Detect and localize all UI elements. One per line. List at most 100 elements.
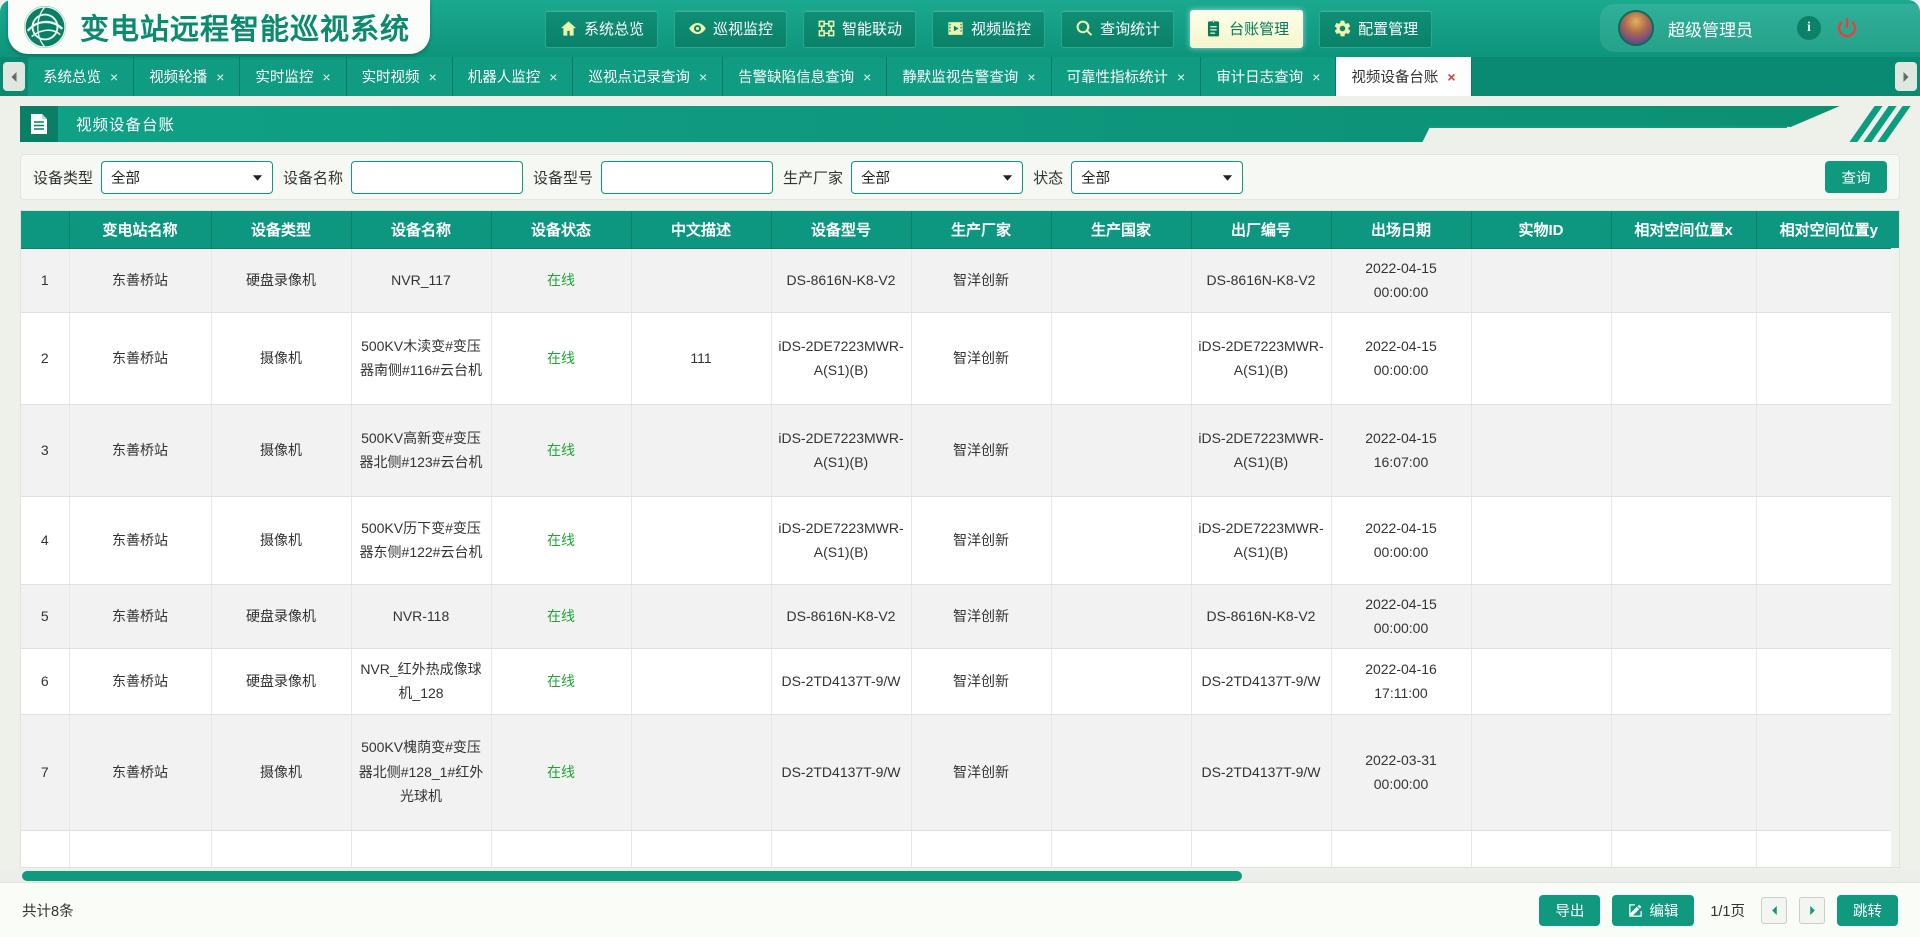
cell-maker: 智洋创新 — [911, 648, 1051, 714]
cell-name: 500KV高新变#变压器北侧#123#云台机 — [351, 404, 491, 496]
device-name-input[interactable] — [351, 161, 523, 194]
export-button[interactable]: 导出 — [1539, 895, 1600, 926]
jump-button[interactable]: 跳转 — [1837, 895, 1898, 926]
main-nav: 系统总览 巡视监控 智能联动 视频监控 查询统计 台账管理 — [545, 10, 1432, 48]
cell-name: 500KV木渎变#变压器南侧#116#云台机 — [351, 312, 491, 404]
tab-6[interactable]: 告警缺陷信息查询× — [723, 57, 887, 96]
info-icon[interactable]: i — [1797, 16, 1821, 40]
tab-3[interactable]: 实时视频× — [347, 57, 453, 96]
tab-5[interactable]: 巡视点记录查询× — [573, 57, 723, 96]
cell-maker: 智洋创新 — [911, 312, 1051, 404]
horizontal-scrollbar[interactable] — [0, 870, 1920, 882]
cell-serial: DS-8616N-K8-V2 — [1191, 248, 1331, 312]
nav-video-monitor[interactable]: 视频监控 — [932, 10, 1045, 48]
tab-2[interactable]: 实时监控× — [240, 57, 346, 96]
horizontal-scrollbar-thumb[interactable] — [22, 871, 1242, 881]
tabs-scroll-left-button[interactable] — [3, 62, 25, 91]
tab-close-icon[interactable]: × — [1177, 69, 1185, 85]
cell-serial: DS-2TD4137T-9/W — [1191, 648, 1331, 714]
nav-system-overview[interactable]: 系统总览 — [545, 10, 658, 48]
nav-inspection-monitor[interactable]: 巡视监控 — [674, 10, 787, 48]
tab-close-icon[interactable]: × — [429, 69, 437, 85]
table-row[interactable]: 4东善桥站摄像机500KV历下变#变压器东侧#122#云台机在线iDS-2DE7… — [21, 496, 1900, 584]
nav-smart-linkage[interactable]: 智能联动 — [803, 10, 916, 48]
nav-label: 配置管理 — [1358, 18, 1418, 39]
avatar[interactable] — [1618, 10, 1654, 46]
prev-page-button[interactable] — [1761, 897, 1787, 924]
vertical-scrollbar[interactable] — [1891, 248, 1899, 867]
cell-no: 2 — [21, 312, 69, 404]
cell-type: 摄像机 — [211, 404, 351, 496]
cell-pid — [1471, 584, 1611, 648]
cell-type: 摄像机 — [211, 312, 351, 404]
tab-10[interactable]: 视频设备台账× — [1336, 57, 1471, 96]
cell-model: iDS-2DE7223MWR-A(S1)(B) — [771, 496, 911, 584]
status-select[interactable]: 全部 — [1071, 161, 1243, 194]
cell-status: 在线 — [491, 248, 631, 312]
col-posy: 相对空间位置y — [1756, 211, 1900, 248]
device-model-input[interactable] — [601, 161, 773, 194]
nav-label: 智能联动 — [842, 18, 902, 39]
edit-button[interactable]: 编辑 — [1612, 895, 1694, 926]
tab-1[interactable]: 视频轮播× — [134, 57, 240, 96]
cell-status: 在线 — [491, 648, 631, 714]
tab-bar: 系统总览×视频轮播×实时监控×实时视频×机器人监控×巡视点记录查询×告警缺陷信息… — [0, 57, 1920, 96]
tab-close-icon[interactable]: × — [1027, 69, 1035, 85]
cell-station: 东善桥站 — [69, 584, 211, 648]
col-desc: 中文描述 — [631, 211, 771, 248]
cell-x — [1611, 496, 1756, 584]
total-count: 共计8条 — [22, 900, 74, 921]
select-value: 全部 — [111, 167, 140, 188]
tab-7[interactable]: 静默监视告警查询× — [887, 57, 1051, 96]
cell-model: iDS-2DE7223MWR-A(S1)(B) — [771, 404, 911, 496]
device-table: 变电站名称 设备类型 设备名称 设备状态 中文描述 设备型号 生产厂家 生产国家… — [20, 210, 1900, 868]
cell-name: NVR_117 — [351, 248, 491, 312]
video-icon — [946, 19, 965, 38]
tab-9[interactable]: 审计日志查询× — [1201, 57, 1336, 96]
cell-model: DS-2TD4137T-9/W — [771, 648, 911, 714]
tab-close-icon[interactable]: × — [216, 69, 224, 85]
table-row[interactable]: 7东善桥站摄像机500KV槐荫变#变压器北侧#128_1#红外光球机在线DS-2… — [21, 714, 1900, 830]
tab-close-icon[interactable]: × — [699, 69, 707, 85]
cell-y — [1756, 584, 1900, 648]
tab-close-icon[interactable]: × — [1447, 69, 1455, 85]
cell-y — [1756, 312, 1900, 404]
table-row[interactable]: 6东善桥站硬盘录像机NVR_红外热成像球机_128在线DS-2TD4137T-9… — [21, 648, 1900, 714]
cell-maker: 智洋创新 — [911, 584, 1051, 648]
tabs-scroll-right-button[interactable] — [1895, 62, 1917, 91]
chevron-right-icon — [1900, 71, 1912, 83]
tab-4[interactable]: 机器人监控× — [453, 57, 574, 96]
table-row[interactable]: 500KV槐荫变#变 — [21, 830, 1900, 868]
tab-close-icon[interactable]: × — [863, 69, 871, 85]
table-row[interactable]: 5东善桥站硬盘录像机NVR-118在线DS-8616N-K8-V2智洋创新DS-… — [21, 584, 1900, 648]
logout-power-icon[interactable] — [1835, 16, 1859, 40]
home-icon — [559, 19, 578, 38]
device-type-select[interactable]: 全部 — [101, 161, 273, 194]
tab-close-icon[interactable]: × — [549, 69, 557, 85]
query-button[interactable]: 查询 — [1825, 161, 1887, 193]
table-row[interactable]: 2东善桥站摄像机500KV木渎变#变压器南侧#116#云台机在线111iDS-2… — [21, 312, 1900, 404]
cell-name: 500KV历下变#变压器东侧#122#云台机 — [351, 496, 491, 584]
tab-8[interactable]: 可靠性指标统计× — [1052, 57, 1202, 96]
cell-model — [771, 830, 911, 868]
tab-0[interactable]: 系统总览× — [28, 57, 134, 96]
device-type-label: 设备类型 — [33, 167, 93, 188]
table-row[interactable]: 3东善桥站摄像机500KV高新变#变压器北侧#123#云台机在线iDS-2DE7… — [21, 404, 1900, 496]
manufacturer-label: 生产厂家 — [783, 167, 843, 188]
tab-close-icon[interactable]: × — [1312, 69, 1320, 85]
nav-query-statistics[interactable]: 查询统计 — [1061, 10, 1174, 48]
tab-close-icon[interactable]: × — [322, 69, 330, 85]
cell-station — [69, 830, 211, 868]
table-row[interactable]: 1东善桥站硬盘录像机NVR_117在线DS-8616N-K8-V2智洋创新DS-… — [21, 248, 1900, 312]
manufacturer-select[interactable]: 全部 — [851, 161, 1023, 194]
cell-country — [1051, 648, 1191, 714]
nav-config-management[interactable]: 配置管理 — [1319, 10, 1432, 48]
nav-ledger-management[interactable]: 台账管理 — [1190, 10, 1303, 48]
cell-pid — [1471, 496, 1611, 584]
tab-close-icon[interactable]: × — [110, 69, 118, 85]
col-maker: 生产厂家 — [911, 211, 1051, 248]
next-page-button[interactable] — [1799, 897, 1825, 924]
cell-desc — [631, 248, 771, 312]
cell-serial: iDS-2DE7223MWR-A(S1)(B) — [1191, 496, 1331, 584]
cell-status — [491, 830, 631, 868]
